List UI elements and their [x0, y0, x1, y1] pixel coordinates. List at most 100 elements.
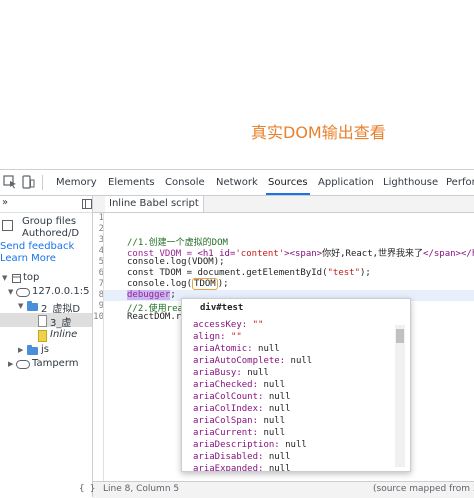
line-number[interactable]: 9 — [84, 301, 104, 311]
property-value: null — [268, 404, 291, 414]
property-key: ariaDisabled: — [193, 452, 264, 462]
code-string-content: 'content' — [235, 249, 285, 259]
code-line-7: console.log(TDOM); — [127, 278, 229, 290]
property-key: ariaAtomic: — [193, 344, 253, 354]
tab-memory[interactable]: Memory — [54, 170, 99, 195]
code-paren-close: ); — [217, 279, 229, 289]
property-value: null — [263, 428, 286, 438]
property-row[interactable]: ariaCurrent: null — [193, 428, 285, 438]
property-row[interactable]: ariaChecked: null — [193, 380, 285, 390]
hovered-variable-tdom[interactable]: TDOM — [192, 278, 218, 290]
group-files-label-2: Authored/D — [22, 228, 80, 239]
property-key: ariaChecked: — [193, 380, 259, 390]
code-line-6: const TDOM = document.getElementById("te… — [127, 268, 371, 278]
property-row[interactable]: ariaDisabled: null — [193, 452, 291, 462]
property-row[interactable]: ariaAutoComplete: null — [193, 356, 312, 366]
file-tab-inline-babel-script[interactable]: Inline Babel script — [105, 196, 204, 212]
send-feedback-link[interactable]: Send feedback — [0, 241, 74, 252]
tab-performance[interactable]: Perform — [444, 170, 474, 195]
tree-top[interactable]: top — [23, 272, 39, 283]
property-key: ariaColIndex: — [193, 404, 264, 414]
toggle-navigator-icon[interactable] — [82, 199, 92, 209]
property-row[interactable]: align: "" — [193, 332, 242, 342]
editor-tab-bar: Inline Babel script — [82, 196, 474, 213]
cursor-position: Line 8, Column 5 — [103, 484, 180, 494]
line-number[interactable]: 7 — [84, 279, 104, 289]
tree-js-folder[interactable]: js — [41, 344, 49, 355]
property-row[interactable]: accessKey: "" — [193, 320, 263, 330]
collapse-js-chevron-icon[interactable]: ▶ — [18, 346, 23, 354]
line-number[interactable]: 3 — [84, 235, 104, 245]
expand-folder-chevron-icon[interactable]: ▼ — [18, 302, 23, 310]
tab-network[interactable]: Network — [214, 170, 260, 195]
line-number[interactable]: 1 — [84, 213, 104, 223]
tab-elements[interactable]: Elements — [106, 170, 157, 195]
property-value: "" — [230, 332, 242, 342]
line-number[interactable]: 6 — [84, 268, 104, 278]
more-tabs-chevron-icon[interactable]: » — [2, 197, 8, 208]
property-key: accessKey: — [193, 320, 248, 330]
property-value: null — [290, 356, 313, 366]
code-tag-close: </span></h1> — [423, 249, 474, 259]
tab-sources[interactable]: Sources — [266, 170, 310, 195]
object-preview-popover: div#test accessKey: "" align: "" ariaAto… — [181, 298, 411, 472]
property-key: ariaAutoComplete: — [193, 356, 286, 366]
code-line-5: console.log(VDOM); — [127, 257, 225, 267]
property-row[interactable]: ariaColCount: null — [193, 392, 291, 402]
property-row[interactable]: ariaColIndex: null — [193, 404, 291, 414]
property-key: ariaCurrent: — [193, 428, 259, 438]
group-files-label: Group files — [22, 216, 77, 227]
property-row[interactable]: ariaBusy: null — [193, 368, 269, 378]
tab-application[interactable]: Application — [316, 170, 376, 195]
inspect-element-icon[interactable] — [3, 175, 17, 189]
property-row[interactable]: ariaAtomic: null — [193, 344, 280, 354]
expand-origin-chevron-icon[interactable]: ▼ — [8, 288, 13, 296]
devtools-toolbar: Memory Elements Console Network Sources … — [0, 170, 474, 196]
property-key: ariaColSpan: — [193, 416, 259, 426]
page-heading: 真实DOM输出查看 — [251, 123, 386, 142]
tree-file-selected[interactable]: 3_虚 — [50, 314, 71, 329]
tab-console[interactable]: Console — [163, 170, 207, 195]
popover-scroll-thumb[interactable] — [396, 329, 404, 343]
property-value: null — [268, 464, 291, 472]
code-tag-span: ><span> — [284, 249, 323, 259]
property-value: null — [268, 452, 291, 462]
line-number[interactable]: 10 — [84, 312, 104, 322]
line-number[interactable]: 4 — [84, 246, 104, 256]
line-number[interactable]: 2 — [84, 224, 104, 234]
property-row[interactable]: ariaExpanded: null — [193, 464, 291, 472]
frame-icon — [12, 274, 21, 283]
code-paren-close: ); — [360, 268, 371, 278]
devtools-panel: Memory Elements Console Network Sources … — [0, 169, 474, 498]
tree-inline-script[interactable]: Inline — [50, 329, 77, 340]
tree-tampermonkey[interactable]: Tamperm — [32, 358, 79, 369]
line-number[interactable]: 8 — [84, 290, 104, 300]
popover-scrollbar[interactable] — [395, 325, 405, 467]
group-files-checkbox[interactable] — [2, 220, 13, 231]
property-value: null — [263, 380, 286, 390]
property-value: null — [258, 344, 280, 354]
editor-status-bar: { } Line 8, Column 5 (source mapped from… — [79, 481, 474, 498]
line-number[interactable]: 5 — [84, 257, 104, 267]
code-jsx-text: 你好,React,世界我来了 — [322, 249, 424, 259]
code-console-log: console.log( — [127, 279, 193, 289]
debugger-statement: debugger — [127, 290, 171, 300]
source-map-link[interactable]: (source mapped from 3_... — [373, 484, 474, 494]
popover-title: div#test — [200, 303, 244, 313]
code-line-10: ReactDOM.re — [127, 312, 187, 322]
collapse-tampermonkey-chevron-icon[interactable]: ▶ — [8, 360, 13, 368]
code-string-test: "test" — [327, 268, 360, 278]
pretty-print-button[interactable]: { } — [79, 484, 95, 494]
property-row[interactable]: ariaDescription: null — [193, 440, 307, 450]
property-row[interactable]: ariaColSpan: null — [193, 416, 285, 426]
expand-top-chevron-icon[interactable]: ▼ — [2, 274, 7, 282]
learn-more-link[interactable]: Learn More — [0, 253, 56, 264]
folder-icon — [27, 345, 38, 355]
sources-navigator: » Group files Authored/D Send feedback L… — [0, 196, 93, 497]
property-value: null — [285, 440, 307, 450]
device-toolbar-icon[interactable] — [21, 175, 35, 189]
tree-origin[interactable]: 127.0.0.1:5 — [32, 286, 89, 297]
code-line-8: debugger; — [127, 290, 176, 300]
tab-lighthouse[interactable]: Lighthouse — [381, 170, 440, 195]
property-key: ariaColCount: — [193, 392, 264, 402]
